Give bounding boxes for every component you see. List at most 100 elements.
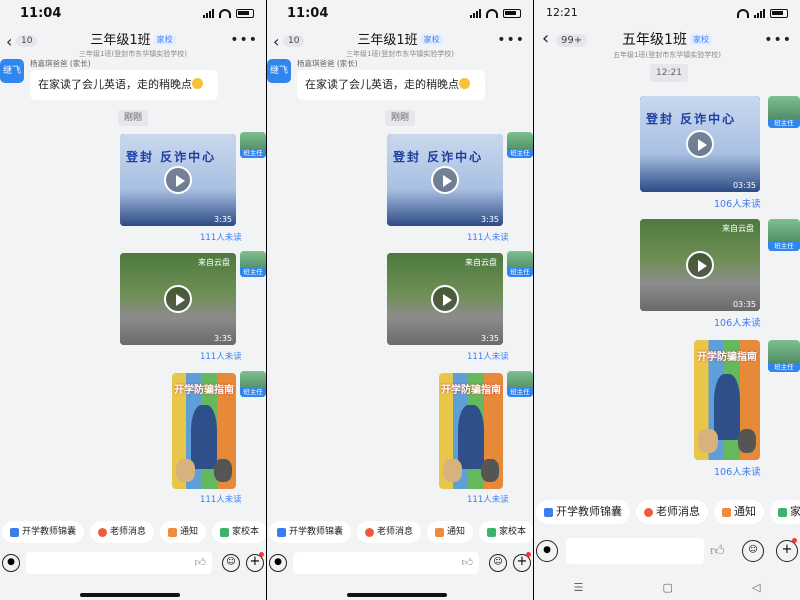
quick-teacher-msg[interactable]: 老师消息 [90,521,155,543]
message-input[interactable]: 👍︎ [26,552,212,574]
chat-header: ‹ 99+ 五年级1班 家校 五年级1班(登封市东华镇实验学校) ••• [534,26,800,60]
wifi-icon [737,8,749,18]
quick-notice[interactable]: 通知 [427,521,474,543]
sender-avatar[interactable]: 继飞 [0,59,24,83]
emoji-icon[interactable]: ☺ [222,554,240,572]
cat-figure [214,458,233,483]
unread-count[interactable]: 111人未读 [200,493,242,505]
teacher-label: 班主任 [768,363,800,372]
unread-count[interactable]: 111人未读 [200,350,242,362]
megaphone-icon [435,527,445,537]
message-icon [365,527,375,537]
quick-school-book[interactable]: 家 [770,500,800,524]
smile-emoji-icon [459,78,470,89]
header-title-group[interactable]: 三年级1班 家校 三年级1班(登封市东华镇实验学校) [267,29,533,59]
quick-label: 通知 [180,527,199,537]
video-message-1[interactable]: 登封 反诈中心 03:35 [640,96,760,192]
thumbs-up-icon[interactable]: 👍︎ [710,542,725,559]
voice-icon[interactable]: ● [536,540,558,562]
video-message-2[interactable]: 来自云盘 3:35 [387,253,503,345]
quick-label: 老师消息 [110,527,147,537]
unread-count[interactable]: 111人未读 [200,231,242,243]
message-bubble[interactable]: 在家读了会儿英语，走的稍晚点 [30,70,218,100]
quick-teacher-msg[interactable]: 老师消息 [636,500,708,524]
header-title-group[interactable]: 三年级1班 家校 三年级1班(登封市东华镇实验学校) [0,29,266,59]
teacher-avatar[interactable]: 班主任 [240,371,266,397]
plus-icon[interactable]: + [776,540,798,562]
quick-school-book[interactable]: 家校本 [212,521,266,543]
unread-count[interactable]: 111人未读 [467,493,509,505]
teacher-avatar[interactable]: 班主任 [507,251,533,277]
book-icon [220,527,230,537]
header-title-group[interactable]: 五年级1班 家校 五年级1班(登封市东华镇实验学校) [534,29,800,60]
thumbs-up-icon[interactable]: 👍︎ [462,556,474,569]
menu-icon[interactable]: ☰ [574,581,584,594]
play-icon[interactable] [686,251,714,279]
quick-school-book[interactable]: 家校本 [479,521,533,543]
quick-label: 老师消息 [656,505,700,518]
message-input[interactable] [566,538,704,564]
voice-icon[interactable]: ● [2,554,20,572]
message-bubble[interactable]: 在家读了会儿英语，走的稍晚点 [297,70,485,100]
input-bar: ● 👍︎ ☺ + [534,538,800,564]
quick-notice[interactable]: 通知 [160,521,207,543]
quick-teacher-kit[interactable]: 开学教师锦囊 [536,500,630,524]
video-message-2[interactable]: 来自云盘 3:35 [120,253,236,345]
video-duration: 3:35 [481,334,499,343]
quick-notice[interactable]: 通知 [714,500,764,524]
unread-count[interactable]: 106人未读 [714,315,761,329]
quick-teacher-kit[interactable]: 开学教师锦囊 [269,521,352,543]
back-triangle-icon[interactable]: ◁ [752,581,760,594]
group-subtitle: 五年级1班(登封市东华镇实验学校) [613,51,721,59]
quick-teacher-kit[interactable]: 开学教师锦囊 [2,521,85,543]
kit-icon [544,507,553,517]
notification-dot [792,538,797,543]
poster-image-message[interactable]: 开学防骗指南 [439,373,503,489]
sender-avatar[interactable]: 继飞 [267,59,291,83]
voice-icon[interactable]: ● [269,554,287,572]
quick-actions: 开学教师锦囊 老师消息 通知 家校本 [0,521,266,543]
play-icon[interactable] [686,130,714,158]
play-icon[interactable] [164,285,192,313]
more-icon[interactable]: ••• [230,32,258,48]
video-message-1[interactable]: 登封 反诈中心 3:35 [120,134,236,226]
video-message-2[interactable]: 来自云盘 03:35 [640,219,760,311]
home-icon[interactable]: ▢ [662,581,672,594]
thumbs-up-icon[interactable]: 👍︎ [195,556,207,569]
chat-header: ‹ 10 三年级1班 家校 三年级1班(登封市东华镇实验学校) ••• [267,26,533,58]
timestamp: 刚刚 [385,110,416,126]
more-icon[interactable]: ••• [764,32,792,48]
emoji-icon[interactable]: ☺ [742,540,764,562]
signal-icon [470,8,481,18]
teacher-avatar[interactable]: 班主任 [768,219,800,251]
teacher-avatar[interactable]: 班主任 [240,251,266,277]
unread-count[interactable]: 111人未读 [467,231,509,243]
teacher-label: 班主任 [507,268,533,277]
unread-count[interactable]: 111人未读 [467,350,509,362]
status-icons [203,8,254,18]
play-icon[interactable] [431,285,459,313]
quick-teacher-msg[interactable]: 老师消息 [357,521,422,543]
message-input[interactable]: 👍︎ [293,552,479,574]
teacher-avatar[interactable]: 班主任 [768,96,800,128]
battery-icon [770,8,788,18]
play-icon[interactable] [164,166,192,194]
teacher-avatar[interactable]: 班主任 [507,371,533,397]
poster-image-message[interactable]: 开学防骗指南 [694,340,760,460]
teacher-label: 班主任 [507,149,533,158]
teacher-avatar[interactable]: 班主任 [768,340,800,372]
teacher-avatar[interactable]: 班主任 [507,132,533,158]
group-title: 三年级1班 [357,33,418,48]
poster-image-message[interactable]: 开学防骗指南 [172,373,236,489]
unread-count[interactable]: 106人未读 [714,196,761,210]
group-tag: 家校 [153,34,176,45]
more-icon[interactable]: ••• [497,32,525,48]
status-icons [470,8,521,18]
video-message-1[interactable]: 登封 反诈中心 3:35 [387,134,503,226]
home-indicator [80,593,180,597]
unread-count[interactable]: 106人未读 [714,464,761,478]
play-icon[interactable] [431,166,459,194]
emoji-icon[interactable]: ☺ [489,554,507,572]
quick-label: 开学教师锦囊 [22,527,77,537]
teacher-avatar[interactable]: 班主任 [240,132,266,158]
